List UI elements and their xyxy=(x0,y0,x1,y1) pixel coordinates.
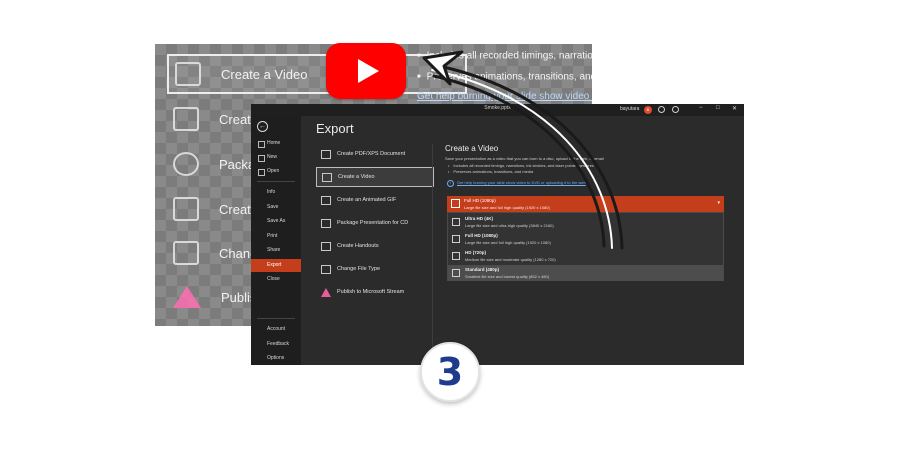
title-bar: Smoke.pptx bayutara B − □ ✕ xyxy=(251,104,744,116)
step-number: 3 xyxy=(436,350,464,394)
quality-option-4k[interactable]: Ultra HD (4K) Large file size and ultra-… xyxy=(448,214,723,230)
handouts-icon xyxy=(321,241,331,251)
detail-description: Save your presentation as a video that y… xyxy=(445,156,604,161)
sidebar-divider xyxy=(257,318,295,319)
avatar[interactable]: B xyxy=(644,106,652,114)
export-option-change-file-type[interactable]: Change File Type xyxy=(316,259,434,279)
export-option-pdf[interactable]: Create PDF/XPS Document xyxy=(316,144,434,164)
sidebar-item-feedback[interactable]: Feedback xyxy=(251,338,301,351)
export-option-stream[interactable]: Publish to Microsoft Stream xyxy=(316,282,434,302)
option-label: Change File Type xyxy=(337,266,381,272)
video-icon xyxy=(175,62,201,86)
quality-option-720p[interactable]: HD (720p) Medium file size and moderate … xyxy=(448,248,723,264)
detail-bullet: Includes all recorded timings, narration… xyxy=(448,163,594,168)
export-option-gif[interactable]: Create an Animated GIF xyxy=(316,190,434,210)
export-option-video[interactable]: Create a Video xyxy=(316,167,434,187)
zoomed-bullets: Includes all recorded timings, narration… xyxy=(417,46,592,107)
detail-bullet: Preserves animations, transitions, and m… xyxy=(448,169,533,174)
detail-title: Create a Video xyxy=(445,144,499,153)
monitor-icon xyxy=(452,269,460,277)
gif-icon xyxy=(321,195,331,205)
quality-option-desc: Large file size and full high quality (1… xyxy=(465,240,551,245)
youtube-icon xyxy=(326,43,406,99)
monitor-icon xyxy=(451,199,460,208)
option-label: Publish to Microsoft Stream xyxy=(337,289,405,295)
step-number-badge: 3 xyxy=(420,342,480,402)
user-name[interactable]: bayutara xyxy=(620,106,639,112)
handouts-icon xyxy=(173,197,199,221)
stream-icon xyxy=(173,286,201,308)
sidebar-item-save[interactable]: Save xyxy=(251,201,301,214)
back-arrow-icon[interactable]: ← xyxy=(257,121,268,132)
change-file-icon xyxy=(173,241,199,265)
stream-icon xyxy=(321,287,331,297)
monitor-icon xyxy=(452,235,460,243)
sidebar-item-open[interactable]: Open xyxy=(251,165,301,178)
emoji-icon[interactable] xyxy=(658,106,665,113)
close-button[interactable]: ✕ xyxy=(732,105,737,112)
sidebar-item-options[interactable]: Options xyxy=(251,352,301,365)
sidebar-item-export[interactable]: Export xyxy=(251,259,301,272)
zoomed-bullet: Includes all recorded timings, narration… xyxy=(417,46,592,67)
sidebar-divider xyxy=(257,181,295,182)
maximize-button[interactable]: □ xyxy=(716,105,720,111)
quality-options-list: Ultra HD (4K) Large file size and ultra-… xyxy=(447,212,724,281)
option-label: Create Handouts xyxy=(337,243,379,249)
pdf-icon xyxy=(321,149,331,159)
quality-option-title: Full HD (1080p) xyxy=(465,233,498,238)
change-file-icon xyxy=(321,264,331,274)
quality-option-title: HD (720p) xyxy=(465,250,487,255)
help-link[interactable]: Get help burning your slide show video t… xyxy=(447,180,586,187)
window-title: Smoke.pptx xyxy=(484,105,511,111)
sidebar-item-close[interactable]: Close xyxy=(251,273,301,286)
zoomed-bullet: Preserves animations, transitions, and m… xyxy=(417,67,592,88)
quality-option-title: Ultra HD (4K) xyxy=(465,216,494,221)
minimize-button[interactable]: − xyxy=(699,105,703,111)
quality-option-desc: Smallest file size and lowest quality (8… xyxy=(465,274,550,279)
play-icon xyxy=(358,59,379,83)
tutorial-illustration: Create a Video Create an Package F Creat… xyxy=(0,0,900,454)
page-title: Export xyxy=(316,121,354,136)
option-label: Create a Video xyxy=(338,174,375,180)
video-icon xyxy=(322,172,332,182)
quality-selected-title: Full HD (1080p) xyxy=(464,198,496,203)
sidebar-item-save-as[interactable]: Save As xyxy=(251,215,301,228)
zoomed-item-label: Create a Video xyxy=(221,66,308,82)
sidebar-item-home[interactable]: Home xyxy=(251,137,301,150)
sidebar-item-share[interactable]: Share xyxy=(251,244,301,257)
quality-option-1080p[interactable]: Full HD (1080p) Large file size and full… xyxy=(448,231,723,247)
option-label: Create an Animated GIF xyxy=(337,197,397,203)
quality-option-desc: Medium file size and moderate quality (1… xyxy=(465,257,556,262)
monitor-icon xyxy=(452,218,460,226)
quality-option-desc: Large file size and ultra-high quality (… xyxy=(465,223,554,228)
quality-dropdown[interactable]: Full HD (1080p) Large file size and full… xyxy=(447,196,724,212)
quality-option-title: Standard (480p) xyxy=(465,267,500,272)
option-label: Create PDF/XPS Document xyxy=(337,151,406,157)
monitor-icon xyxy=(452,252,460,260)
sidebar-item-print[interactable]: Print xyxy=(251,230,301,243)
backstage-sidebar: ← Home New Open Info Save Save As Print … xyxy=(251,116,301,365)
quality-option-480p[interactable]: Standard (480p) Smallest file size and l… xyxy=(448,265,723,281)
sidebar-item-info[interactable]: Info xyxy=(251,186,301,199)
sidebar-item-new[interactable]: New xyxy=(251,151,301,164)
gif-icon xyxy=(173,107,199,131)
help-icon[interactable] xyxy=(672,106,679,113)
export-option-package-cd[interactable]: Package Presentation for CD xyxy=(316,213,434,233)
chevron-down-icon: ▾ xyxy=(717,200,720,206)
option-label: Package Presentation for CD xyxy=(337,220,409,226)
cd-icon xyxy=(321,218,331,228)
cd-icon xyxy=(173,152,199,176)
quality-selected-desc: Large file size and full high quality (1… xyxy=(464,205,550,210)
column-divider xyxy=(432,144,433,354)
powerpoint-window: Smoke.pptx bayutara B − □ ✕ ← Home New O… xyxy=(251,104,744,365)
export-option-handouts[interactable]: Create Handouts xyxy=(316,236,434,256)
sidebar-item-account[interactable]: Account xyxy=(251,323,301,336)
